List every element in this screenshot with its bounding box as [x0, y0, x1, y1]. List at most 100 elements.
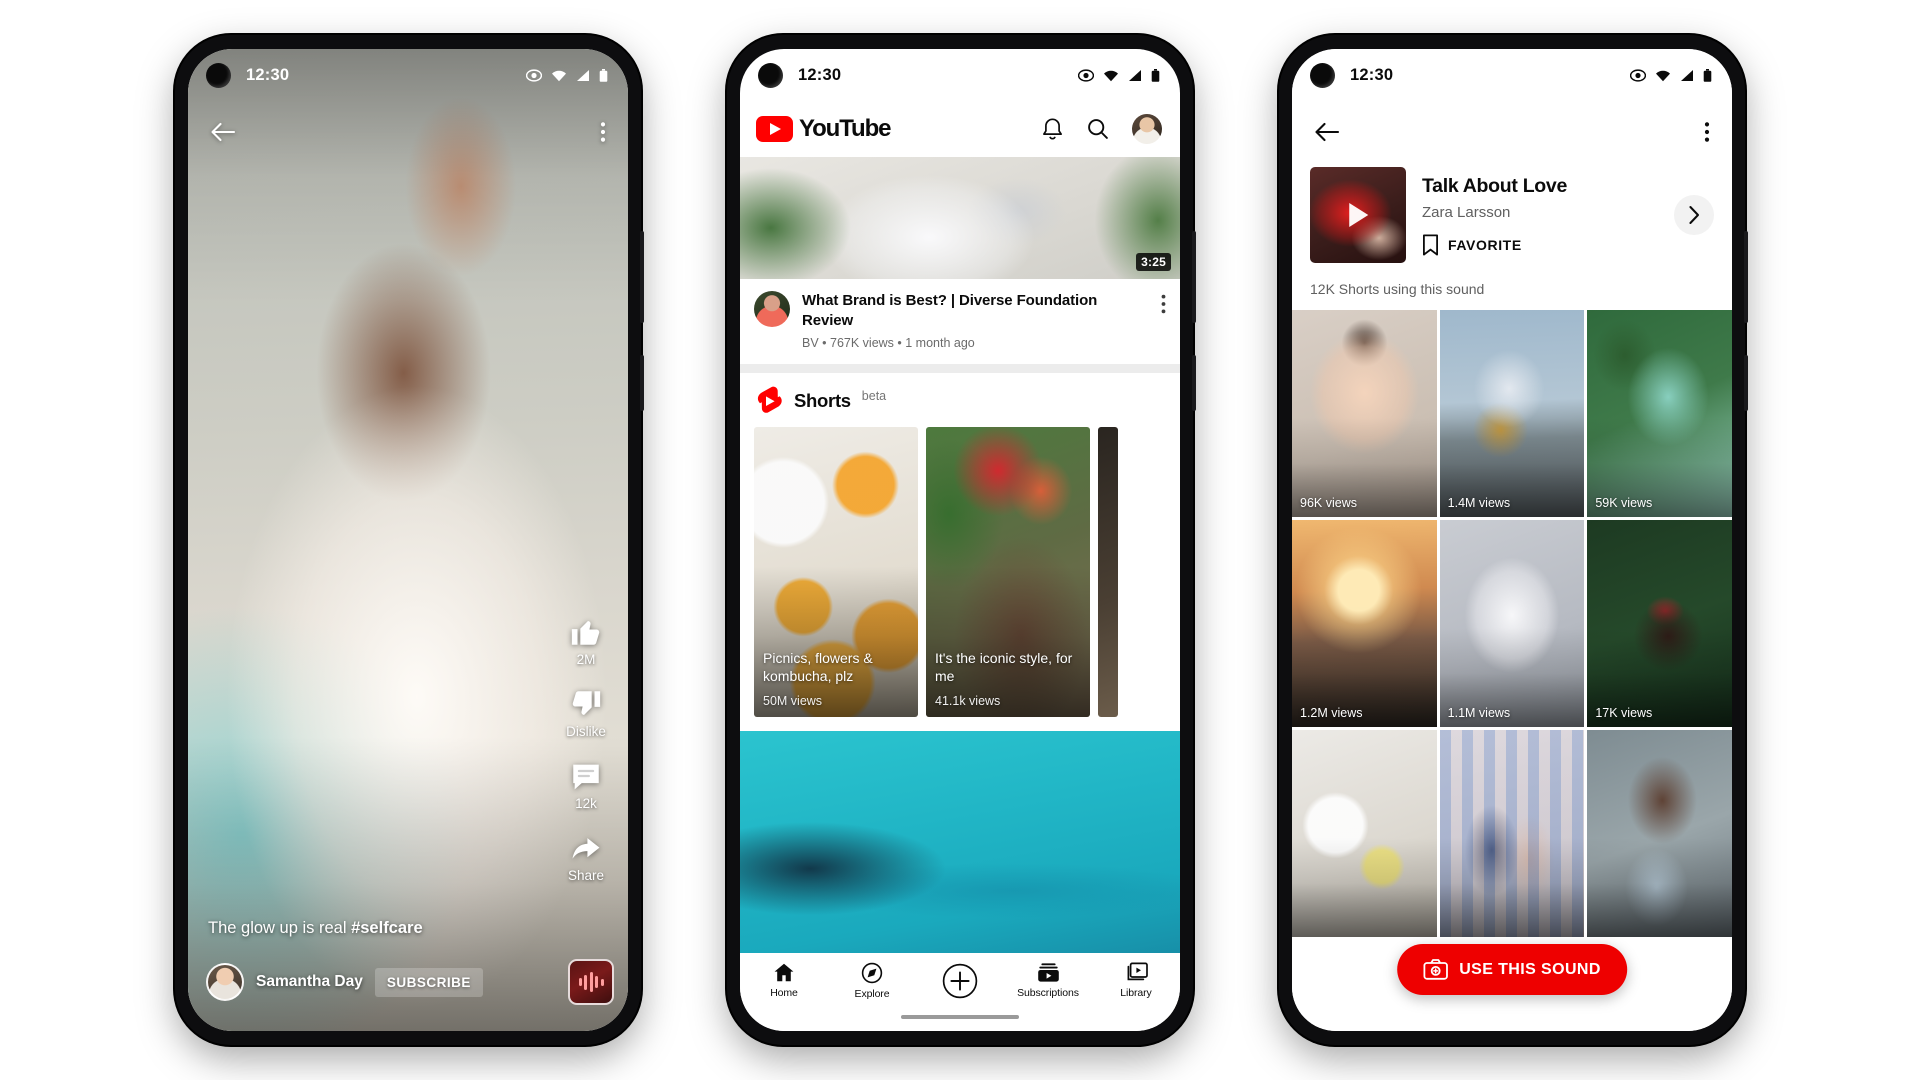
cell-views: 1.2M views: [1300, 706, 1363, 720]
home-icon: [774, 963, 794, 982]
nav-item-library[interactable]: Library: [1097, 962, 1175, 999]
cell-gradient: [1292, 730, 1437, 937]
sound-text-block: Talk About Love Zara Larsson FAVORITE: [1422, 175, 1658, 256]
cell-gradient: [1587, 520, 1732, 727]
shorts-shelf-carousel[interactable]: Picnics, flowers & kombucha, plz 50M vie…: [740, 427, 1180, 731]
video-menu-button[interactable]: [1161, 291, 1166, 319]
shorts-card-views: 50M views: [763, 694, 823, 708]
shorts-grid-cell[interactable]: [1587, 730, 1732, 937]
video-meta-row[interactable]: What Brand is Best? | Diverse Foundation…: [740, 279, 1180, 364]
back-arrow-icon[interactable]: [1314, 121, 1340, 143]
shorts-card-title: It's the iconic style, for me: [935, 650, 1073, 685]
like-button[interactable]: 2M: [554, 615, 618, 667]
use-this-sound-button[interactable]: USE THIS SOUND: [1397, 944, 1627, 995]
shorts-video-frame: [188, 49, 628, 1031]
video-duration-badge: 3:25: [1136, 253, 1171, 271]
signal-icon: [1129, 69, 1141, 81]
feed-scroll[interactable]: 3:25 What Brand is Best? | Diverse Found…: [740, 157, 1180, 953]
bottom-navigation: Home Explore Subscriptions Library: [740, 953, 1180, 1031]
bell-icon[interactable]: [1041, 117, 1064, 142]
caption-hashtag[interactable]: #selfcare: [351, 919, 423, 937]
youtube-play-logo: [756, 116, 793, 142]
shorts-grid-cell[interactable]: [1292, 730, 1437, 937]
profile-avatar[interactable]: [1132, 114, 1162, 144]
shorts-beta-badge: beta: [861, 389, 887, 403]
phone-mockup-youtube-home: 12:30 YouTube 3:25 What Brand is Best? |…: [727, 35, 1196, 1045]
dislike-button[interactable]: Dislike: [554, 687, 618, 739]
cell-views: 17K views: [1595, 706, 1653, 720]
shorts-card-views: 41.1k views: [935, 694, 1001, 708]
sound-waveform-icon[interactable]: [568, 959, 614, 1005]
wifi-icon: [1656, 70, 1670, 81]
front-camera-punchhole: [1310, 62, 1335, 88]
nav-item-create[interactable]: [921, 962, 999, 999]
video-meta-text: What Brand is Best? | Diverse Foundation…: [802, 291, 1149, 350]
sound-expand-button[interactable]: [1674, 195, 1714, 235]
channel-avatar[interactable]: [754, 291, 790, 327]
nav-item-subscriptions[interactable]: Subscriptions: [1009, 962, 1087, 999]
shorts-grid-cell[interactable]: [1439, 730, 1585, 937]
waveform-bars: [578, 972, 604, 992]
bookmark-icon: [1423, 234, 1438, 255]
shorts-action-rail: 2M Dislike 12k Share: [554, 615, 618, 883]
play-triangle-icon: [1349, 203, 1369, 227]
kebab-menu-icon[interactable]: [600, 121, 606, 143]
cell-views: 96K views: [1300, 496, 1357, 510]
battery-icon: [1151, 68, 1160, 82]
card-text: Picnics, flowers & kombucha, plz 50M vie…: [763, 650, 909, 708]
favorite-label: FAVORITE: [1448, 236, 1522, 253]
shorts-grid-cell[interactable]: 59K views: [1587, 310, 1732, 517]
channel-name[interactable]: Samantha Day: [256, 973, 363, 991]
wifi-icon: [1104, 70, 1118, 81]
shorts-card[interactable]: It's the iconic style, for me 41.1k view…: [926, 427, 1090, 717]
shorts-grid-cell[interactable]: 17K views: [1587, 520, 1732, 727]
use-this-sound-label: USE THIS SOUND: [1459, 960, 1601, 978]
comment-button[interactable]: 12k: [554, 759, 618, 811]
phone2-screen: 12:30 YouTube 3:25 What Brand is Best? |…: [740, 49, 1180, 1031]
shorts-logo-icon: [754, 385, 783, 417]
thumbs-up-icon: [571, 620, 600, 645]
eye-icon: [1078, 68, 1094, 82]
search-icon[interactable]: [1086, 117, 1110, 141]
channel-avatar[interactable]: [206, 963, 244, 1001]
sound-cover-art[interactable]: [1310, 167, 1406, 263]
shorts-shelf-title: Shorts: [794, 390, 851, 411]
cell-views: 1.1M views: [1447, 706, 1511, 720]
shorts-player[interactable]: 12:30 2M Dislike 12k Share The glow up i…: [188, 49, 628, 1031]
nav-label-subscriptions: Subscriptions: [1017, 987, 1079, 999]
shorts-grid-cell[interactable]: 1.4M views: [1439, 310, 1585, 517]
shorts-grid[interactable]: 96K views 1.4M views 59K views 1.2M view…: [1292, 310, 1732, 1031]
youtube-logo[interactable]: YouTube: [756, 115, 892, 143]
status-bar: 12:30: [1292, 49, 1732, 101]
shorts-grid-cell[interactable]: 1.2M views: [1292, 520, 1437, 727]
sound-title: Talk About Love: [1422, 174, 1568, 197]
favorite-button[interactable]: FAVORITE: [1422, 234, 1658, 256]
shorts-card-peek[interactable]: [1098, 427, 1118, 717]
status-bar-time: 12:30: [1350, 65, 1394, 84]
shorts-grid-cell[interactable]: 1.1M views: [1439, 520, 1585, 727]
sound-artist: Zara Larsson: [1422, 203, 1511, 221]
nav-item-explore[interactable]: Explore: [833, 962, 911, 1000]
shorts-caption: The glow up is real #selfcare: [208, 918, 532, 939]
card-text: It's the iconic style, for me 41.1k view…: [935, 650, 1081, 708]
status-bar-time: 12:30: [246, 65, 290, 84]
kebab-menu-icon[interactable]: [1704, 121, 1710, 143]
subscribe-button[interactable]: SUBSCRIBE: [374, 967, 483, 997]
phone-mockup-shorts-player: 12:30 2M Dislike 12k Share The glow up i…: [175, 35, 644, 1045]
cell-views: 1.4M views: [1447, 496, 1511, 510]
subscriptions-icon: [1037, 963, 1059, 982]
shorts-shelf-header: Shorts beta: [740, 373, 1180, 427]
video-title[interactable]: What Brand is Best? | Diverse Foundation…: [802, 291, 1149, 330]
comment-count: 12k: [575, 796, 597, 811]
cell-gradient: [1587, 310, 1732, 517]
nav-label-library: Library: [1120, 987, 1152, 999]
next-video-thumbnail[interactable]: [740, 731, 1180, 953]
back-arrow-icon[interactable]: [210, 121, 236, 143]
share-button[interactable]: Share: [554, 831, 618, 883]
shorts-grid-cell[interactable]: 96K views: [1292, 310, 1437, 517]
battery-icon: [599, 68, 608, 82]
nav-item-home[interactable]: Home: [745, 962, 823, 999]
video-thumbnail[interactable]: 3:25: [740, 157, 1180, 279]
sound-page-topbar: [1292, 101, 1732, 163]
shorts-card[interactable]: Picnics, flowers & kombucha, plz 50M vie…: [754, 427, 918, 717]
